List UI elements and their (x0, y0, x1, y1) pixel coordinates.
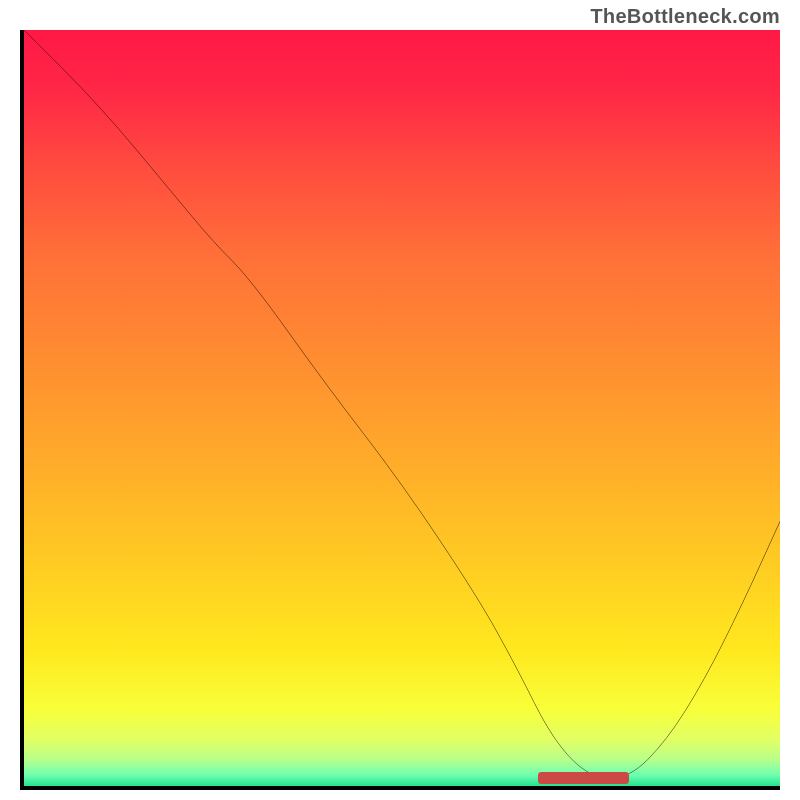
attribution-text: TheBottleneck.com (590, 6, 780, 29)
bottleneck-chart (20, 30, 780, 790)
trough-marker (538, 772, 629, 784)
bottleneck-curve (24, 30, 780, 786)
curve-path (24, 30, 780, 778)
